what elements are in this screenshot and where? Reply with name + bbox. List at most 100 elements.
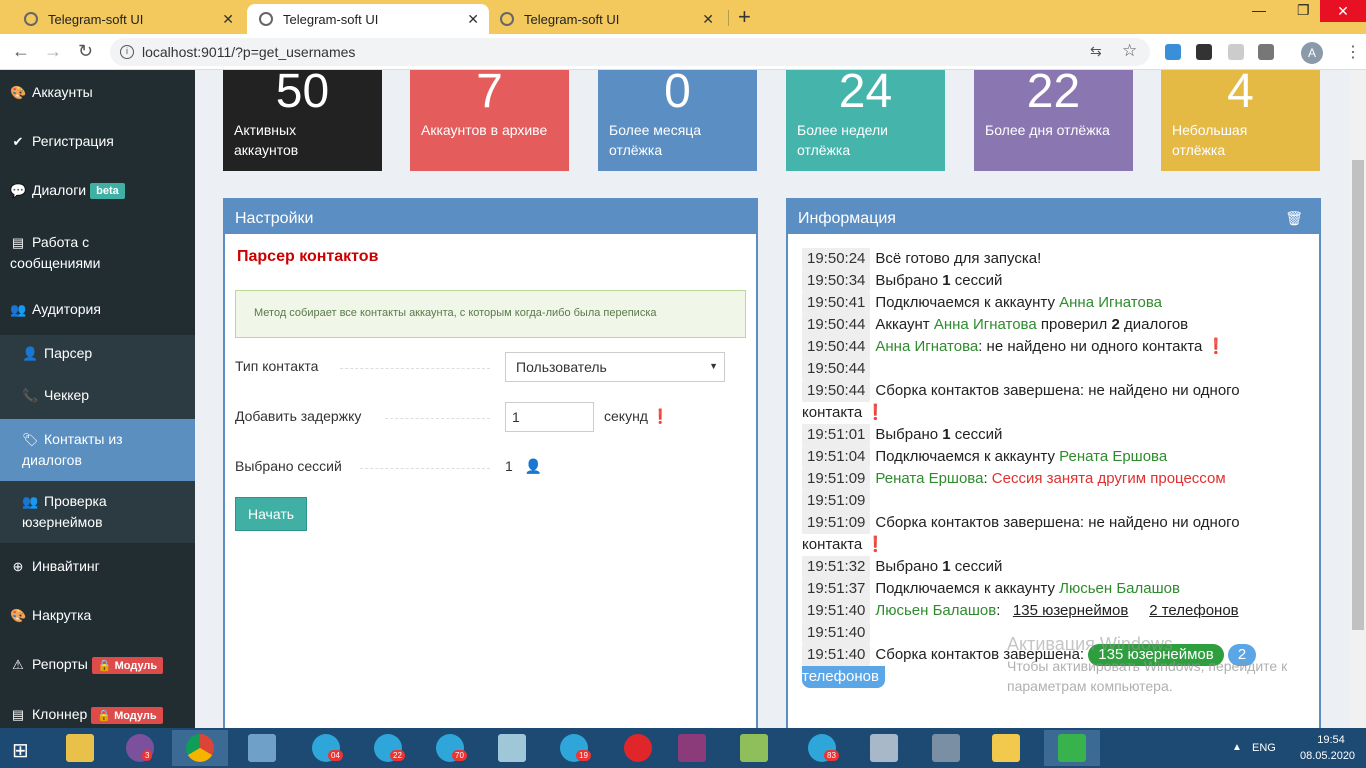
taskbar-winrar[interactable] — [664, 730, 720, 766]
close-tab-icon[interactable]: ✕ — [222, 11, 234, 28]
taskbar-monitor[interactable] — [856, 730, 912, 766]
taskbar-viber[interactable]: 3 — [112, 730, 168, 766]
menu-dots-icon[interactable]: ⋮ — [1345, 42, 1361, 62]
tab-title: Telegram-soft UI — [48, 11, 144, 27]
browser-tab-1[interactable]: Telegram-soft UI ✕ — [12, 4, 244, 34]
log-text: Сборка контактов завершена: не найдено н… — [875, 382, 1240, 399]
stat-value: 24 — [838, 70, 893, 118]
log-text: Подключаемся к аккаунту — [875, 580, 1060, 597]
log-text[interactable]: 2 телефонов — [1149, 602, 1238, 619]
start-button[interactable]: Начать — [235, 497, 307, 531]
sidebar-item-username-check[interactable]: 👥 Проверка юзернеймов — [0, 481, 195, 543]
taskbar-app-green[interactable] — [1044, 730, 1100, 766]
extension-icon[interactable] — [1258, 44, 1274, 60]
sidebar-item-cloner[interactable]: ▤ Клоннер 🔒 Модуль — [0, 706, 195, 724]
extension-icon[interactable] — [1228, 44, 1244, 60]
log-timestamp: 19:51:40 — [802, 644, 871, 666]
language-indicator[interactable]: ENG — [1252, 742, 1276, 754]
page-scrollbar[interactable] — [1350, 70, 1366, 728]
stat-archived-accounts[interactable]: 7 Аккаунтов в архиве — [410, 70, 569, 171]
sidebar-item-parser[interactable]: 👤 Парсер — [0, 335, 195, 377]
dotted-leader — [385, 418, 490, 419]
taskbar-telegram[interactable]: 70 — [422, 730, 478, 766]
stat-small-rest[interactable]: 4 Небольшая отлёжка — [1161, 70, 1320, 171]
taskbar-calculator[interactable] — [918, 730, 974, 766]
chevron-up-icon[interactable]: ▲ — [1232, 742, 1242, 753]
info-icon[interactable]: i — [120, 45, 134, 59]
winrar-icon — [678, 734, 706, 762]
sidebar-item-reports[interactable]: ⚠ Репорты 🔒 Модуль — [0, 656, 195, 674]
log-line: 19:50:44 Сборка контактов завершена: не н… — [802, 380, 1302, 402]
star-icon[interactable]: ☆ — [1122, 41, 1137, 61]
scrollbar-thumb[interactable] — [1352, 160, 1364, 630]
maximize-icon[interactable]: ❐ — [1297, 2, 1310, 19]
taskbar-explorer[interactable] — [52, 730, 108, 766]
clock-date[interactable]: 08.05.2020 — [1300, 750, 1355, 762]
profile-avatar[interactable]: A — [1301, 42, 1323, 64]
taskbar-telegram[interactable]: 04 — [298, 730, 354, 766]
url-text[interactable]: localhost:9011/?p=get_usernames — [142, 44, 355, 60]
taskbar-notepadpp[interactable] — [726, 730, 782, 766]
log-text: Анна Игнатова — [875, 338, 979, 355]
phones-pill[interactable]: телефонов — [802, 666, 885, 688]
log-line: 19:51:37 Подключаемся к аккаунту Люсьен Б… — [802, 578, 1302, 600]
sidebar-item-dialog-contacts[interactable]: 🏷 Контакты из диалогов — [0, 419, 195, 481]
new-tab-button[interactable]: + — [738, 4, 751, 30]
log-text: : не найдено ни одного контакта — [978, 338, 1207, 355]
sidebar-item-dialogs[interactable]: 💬 Диалоги beta — [0, 182, 195, 200]
sidebar-item-accounts[interactable]: 🎨 Аккаунты — [0, 84, 195, 101]
exclamation-icon: ❗ — [651, 408, 670, 424]
sidebar-item-audience[interactable]: 👥 Аудитория — [0, 301, 195, 318]
sidebar-item-registration[interactable]: ✔ Регистрация — [0, 133, 195, 150]
stat-month-rest[interactable]: 0 Более месяца отлёжка — [598, 70, 757, 171]
log-text: : — [996, 602, 1013, 619]
info-alert: Метод собирает все контакты аккаунта, с … — [235, 290, 746, 338]
close-tab-icon[interactable]: ✕ — [467, 11, 479, 28]
forward-arrow-icon[interactable]: → — [44, 41, 62, 62]
contact-type-select[interactable]: Пользователь ▼ — [505, 352, 725, 382]
clock-time[interactable]: 19:54 — [1306, 734, 1356, 746]
taskbar-telegram[interactable]: 22 — [360, 730, 416, 766]
browser-tab-3[interactable]: Telegram-soft UI ✕ — [488, 4, 724, 34]
main-content: 50 Активных аккаунтов 7 Аккаунтов в архи… — [195, 70, 1350, 728]
url-omnibox[interactable]: i localhost:9011/?p=get_usernames ⇆ ☆ — [110, 38, 1150, 66]
taskbar-opera[interactable] — [610, 730, 666, 766]
taskbar-telegram[interactable]: 19 — [546, 730, 602, 766]
taskbar-notepad[interactable] — [484, 730, 540, 766]
extension-icon[interactable] — [1196, 44, 1212, 60]
log-line: 19:51:09 Рената Ершова: Сессия занята дру… — [802, 468, 1302, 490]
stat-day-rest[interactable]: 22 Более дня отлёжка — [974, 70, 1133, 171]
taskbar-chrome[interactable] — [172, 730, 228, 766]
delay-input[interactable]: 1 — [505, 402, 594, 432]
delay-unit: секунд ❗ — [604, 408, 670, 424]
user-icon[interactable]: 👤 — [525, 458, 542, 474]
log-text[interactable]: 135 юзернеймов — [1013, 602, 1128, 619]
taskbar-app[interactable] — [234, 730, 290, 766]
log-timestamp: 19:50:34 — [802, 270, 871, 292]
translate-icon[interactable]: ⇆ — [1090, 43, 1102, 60]
sidebar-item-boost[interactable]: 🎨 Накрутка — [0, 607, 195, 624]
log-text: Выбрано — [875, 558, 943, 575]
trash-icon[interactable]: 🗑 — [1285, 210, 1303, 227]
taskbar-python[interactable] — [978, 730, 1034, 766]
sidebar-item-inviting[interactable]: ⊕ Инвайтинг — [0, 558, 195, 575]
chrome-icon — [186, 734, 214, 762]
minimize-icon[interactable]: — — [1252, 2, 1266, 18]
taskbar-telegram[interactable]: 83 — [794, 730, 850, 766]
stat-active-accounts[interactable]: 50 Активных аккаунтов — [223, 70, 382, 171]
windows-start-icon[interactable]: ⊞ — [12, 738, 29, 763]
back-arrow-icon[interactable]: ← — [12, 41, 30, 62]
browser-tab-2[interactable]: Telegram-soft UI ✕ — [247, 4, 489, 34]
extension-icon[interactable] — [1165, 44, 1181, 60]
close-tab-icon[interactable]: ✕ — [702, 11, 714, 28]
stat-label: Аккаунтов в архиве — [421, 122, 548, 138]
reload-icon[interactable]: ↻ — [78, 41, 93, 62]
window-close-button[interactable]: ✕ — [1320, 0, 1366, 22]
stat-week-rest[interactable]: 24 Более недели отлёжка — [786, 70, 945, 171]
log-line: 19:51:09 Сборка контактов завершена: не н… — [802, 512, 1302, 534]
log-timestamp: 19:51:09 — [802, 468, 871, 490]
panel-title: Настройки — [225, 200, 756, 234]
sidebar-item-checker[interactable]: 📞 Чеккер — [0, 377, 195, 419]
log-timestamp: 19:50:41 — [802, 292, 871, 314]
sidebar-item-messages[interactable]: ▤ Работа с сообщениями — [0, 232, 150, 273]
